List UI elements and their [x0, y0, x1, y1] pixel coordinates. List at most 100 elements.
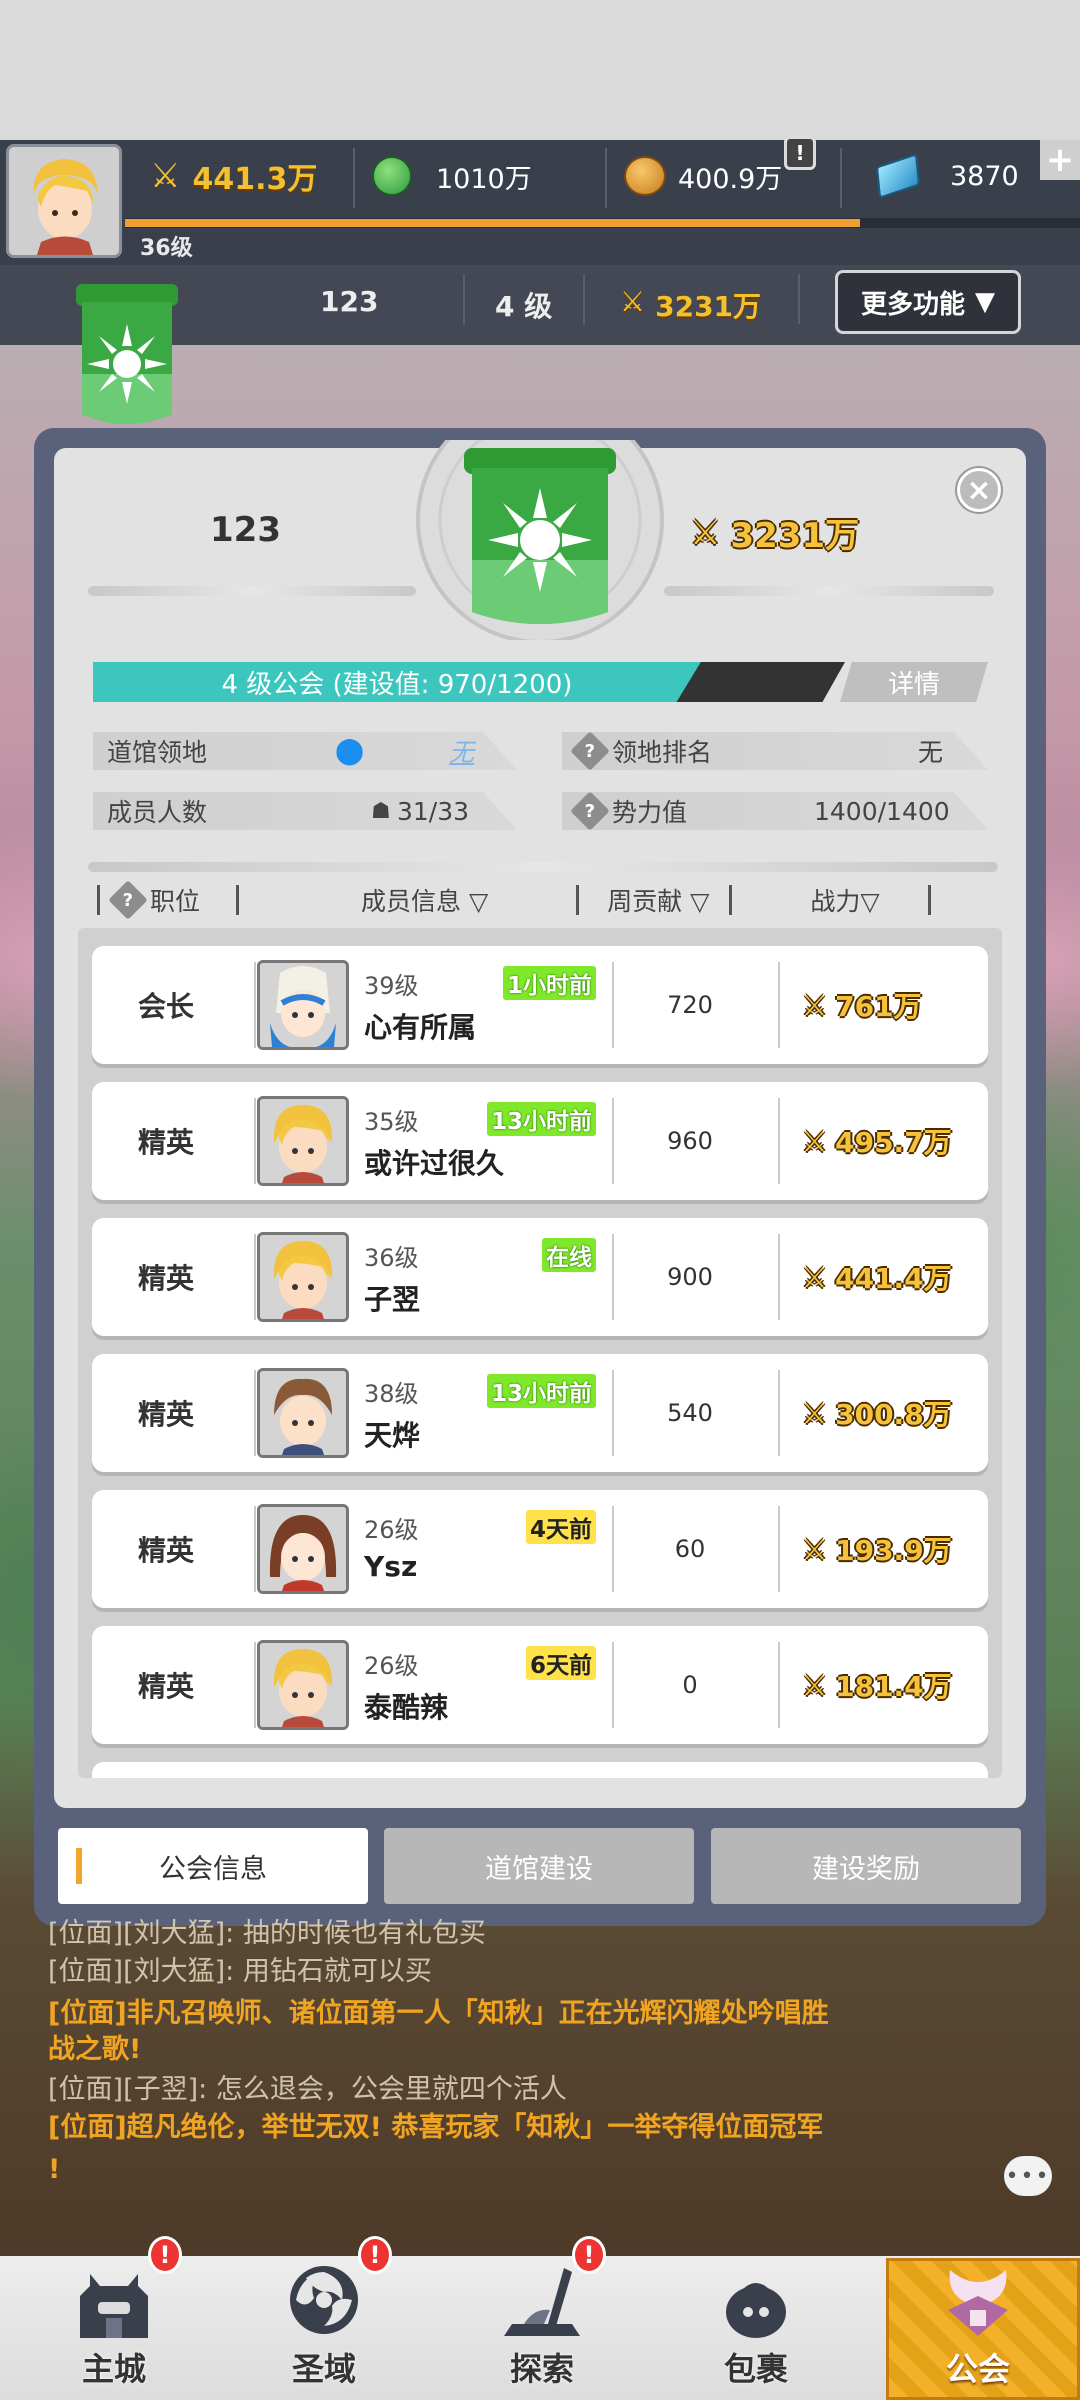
green-currency[interactable]: 1010万: [372, 150, 532, 202]
header-member-info[interactable]: 成员信息 ▽: [361, 882, 488, 918]
nav-main-city[interactable]: 主城: [14, 2256, 214, 2400]
notification-badge: !: [148, 2236, 182, 2274]
decorative-bar: [88, 586, 416, 596]
divider: [254, 1234, 256, 1320]
divider: [254, 1642, 256, 1728]
member-row[interactable]: 精英 26级 泰酷辣 6天前 0 ⚔ 181.4万: [92, 1626, 988, 1744]
divider: [729, 885, 733, 915]
member-power-value: 495.7万: [835, 1126, 952, 1159]
members-label: 成员人数: [107, 798, 208, 827]
nav-main-city-label: 主城: [81, 2350, 146, 2388]
header-position: 职位: [150, 887, 201, 916]
member-level: 26级: [364, 1516, 419, 1544]
help-icon[interactable]: ?: [570, 732, 610, 770]
member-position: 精英: [137, 1398, 194, 1431]
members-value: 31/33: [397, 796, 470, 826]
divider: [254, 962, 256, 1048]
chat-system-message: !: [48, 2154, 61, 2185]
more-functions-button[interactable]: 更多功能 ▼: [835, 270, 1021, 334]
avatar-portrait-icon: [260, 963, 346, 1047]
tab-guild-info[interactable]: 公会信息: [58, 1828, 368, 1904]
location-pin-icon: ⬤: [335, 736, 365, 766]
chat-bubble-icon[interactable]: •••: [1004, 2156, 1052, 2196]
member-level: 26级: [364, 1652, 419, 1680]
active-tab-marker: [76, 1848, 82, 1884]
member-name: Ysz: [364, 1550, 418, 1583]
divider: [583, 274, 585, 324]
member-power: ⚔ 300.8万: [802, 1354, 952, 1472]
guild-crest-icon: [948, 2270, 1008, 2336]
nav-guild-label: 公会: [945, 2350, 1010, 2388]
member-position: 精英: [137, 1126, 194, 1159]
member-avatar[interactable]: [257, 1096, 349, 1186]
guild-name: 123: [210, 510, 281, 550]
crossed-swords-icon: ⚔: [802, 1396, 828, 1430]
tab-dojo-build[interactable]: 道馆建设: [384, 1828, 694, 1904]
member-power: ⚔ 761万: [802, 946, 922, 1064]
divider: [605, 148, 607, 208]
member-level: 39级: [364, 972, 419, 1000]
member-row[interactable]: 精英 35级 或许过很久 13小时前 960 ⚔ 495.7万: [92, 1082, 988, 1200]
members-row: 成员人数 ☗ 31/33: [93, 792, 517, 830]
member-row[interactable]: 会长 39级 心有所属 1小时前 720 ⚔ 761万: [92, 946, 988, 1064]
nav-holy-domain[interactable]: 圣域: [224, 2256, 424, 2400]
member-contribution: 540: [667, 1399, 713, 1427]
member-row[interactable]: [92, 1762, 988, 1778]
build-progress-text: 4 级公会 (建设值: 970/1200): [221, 669, 573, 700]
member-list[interactable]: 会长 39级 心有所属 1小时前 720 ⚔ 761万 精英 35级 或许过很久 …: [78, 928, 1002, 1778]
help-icon[interactable]: ?: [570, 792, 610, 830]
member-row[interactable]: 精英 38级 天烨 13小时前 540 ⚔ 300.8万: [92, 1354, 988, 1472]
close-button[interactable]: ×: [957, 468, 1001, 512]
divider: [97, 885, 100, 915]
member-avatar[interactable]: [257, 960, 349, 1050]
member-icon: ☗: [371, 798, 391, 824]
gold-currency[interactable]: 400.9万: [624, 150, 782, 202]
nav-guild[interactable]: 公会: [878, 2256, 1078, 2400]
divider: [254, 1506, 256, 1592]
territory-value[interactable]: 无: [449, 733, 474, 769]
member-power-value: 441.4万: [835, 1262, 952, 1295]
member-position: 会长: [137, 990, 194, 1023]
member-power-value: 761万: [835, 990, 922, 1023]
divider: [840, 148, 842, 208]
member-row[interactable]: 精英 26级 Ysz 4天前 60 ⚔ 193.9万: [92, 1490, 988, 1608]
member-contribution: 720: [667, 991, 713, 1019]
gold-coin-icon: [624, 156, 666, 196]
avatar-portrait-icon: [260, 1643, 346, 1727]
help-icon[interactable]: ?: [108, 880, 148, 920]
member-level: 35级: [364, 1108, 419, 1136]
player-avatar[interactable]: [6, 144, 122, 258]
nav-bag[interactable]: 包裹: [656, 2256, 856, 2400]
member-power: ⚔ 495.7万: [802, 1082, 952, 1200]
nav-explore-label: 探索: [509, 2350, 574, 2388]
sword-icon: [504, 2268, 580, 2336]
member-name: 泰酷辣: [364, 1691, 449, 1724]
member-avatar[interactable]: [257, 1504, 349, 1594]
header-power[interactable]: 战力▽: [810, 882, 879, 918]
influence-label: 势力值: [612, 798, 688, 827]
divider: [353, 148, 355, 208]
territory-label: 道馆领地: [107, 738, 208, 767]
header-weekly-contribution[interactable]: 周贡献 ▽: [607, 882, 709, 918]
member-avatar[interactable]: [257, 1640, 349, 1730]
divider: [778, 1098, 780, 1184]
member-avatar[interactable]: [257, 1232, 349, 1322]
details-button[interactable]: 详情: [840, 662, 988, 702]
gem-currency[interactable]: 3870: [875, 150, 1019, 202]
member-row[interactable]: 精英 36级 子翌 在线 900 ⚔ 441.4万: [92, 1218, 988, 1336]
member-contribution: 960: [667, 1127, 713, 1155]
guild-level-summary: 4 级: [495, 290, 553, 323]
gem-value: 3870: [950, 160, 1019, 192]
member-avatar[interactable]: [257, 1368, 349, 1458]
tab-build-reward[interactable]: 建设奖励: [711, 1828, 1021, 1904]
add-gems-button[interactable]: +: [1040, 140, 1080, 180]
member-name: 心有所属: [364, 1011, 477, 1044]
nav-explore[interactable]: 探索: [442, 2256, 642, 2400]
chat-system-message: [位面]超凡绝伦，举世无双! 恭喜玩家「知秋」一举夺得位面冠军: [48, 2112, 824, 2143]
member-level: 38级: [364, 1380, 419, 1408]
avatar-portrait-icon: [260, 1235, 346, 1319]
power-value: 441.3万: [192, 162, 318, 197]
decorative-bar: [88, 862, 998, 872]
decorative-bar: [664, 586, 994, 596]
member-contribution: 0: [682, 1671, 698, 1699]
